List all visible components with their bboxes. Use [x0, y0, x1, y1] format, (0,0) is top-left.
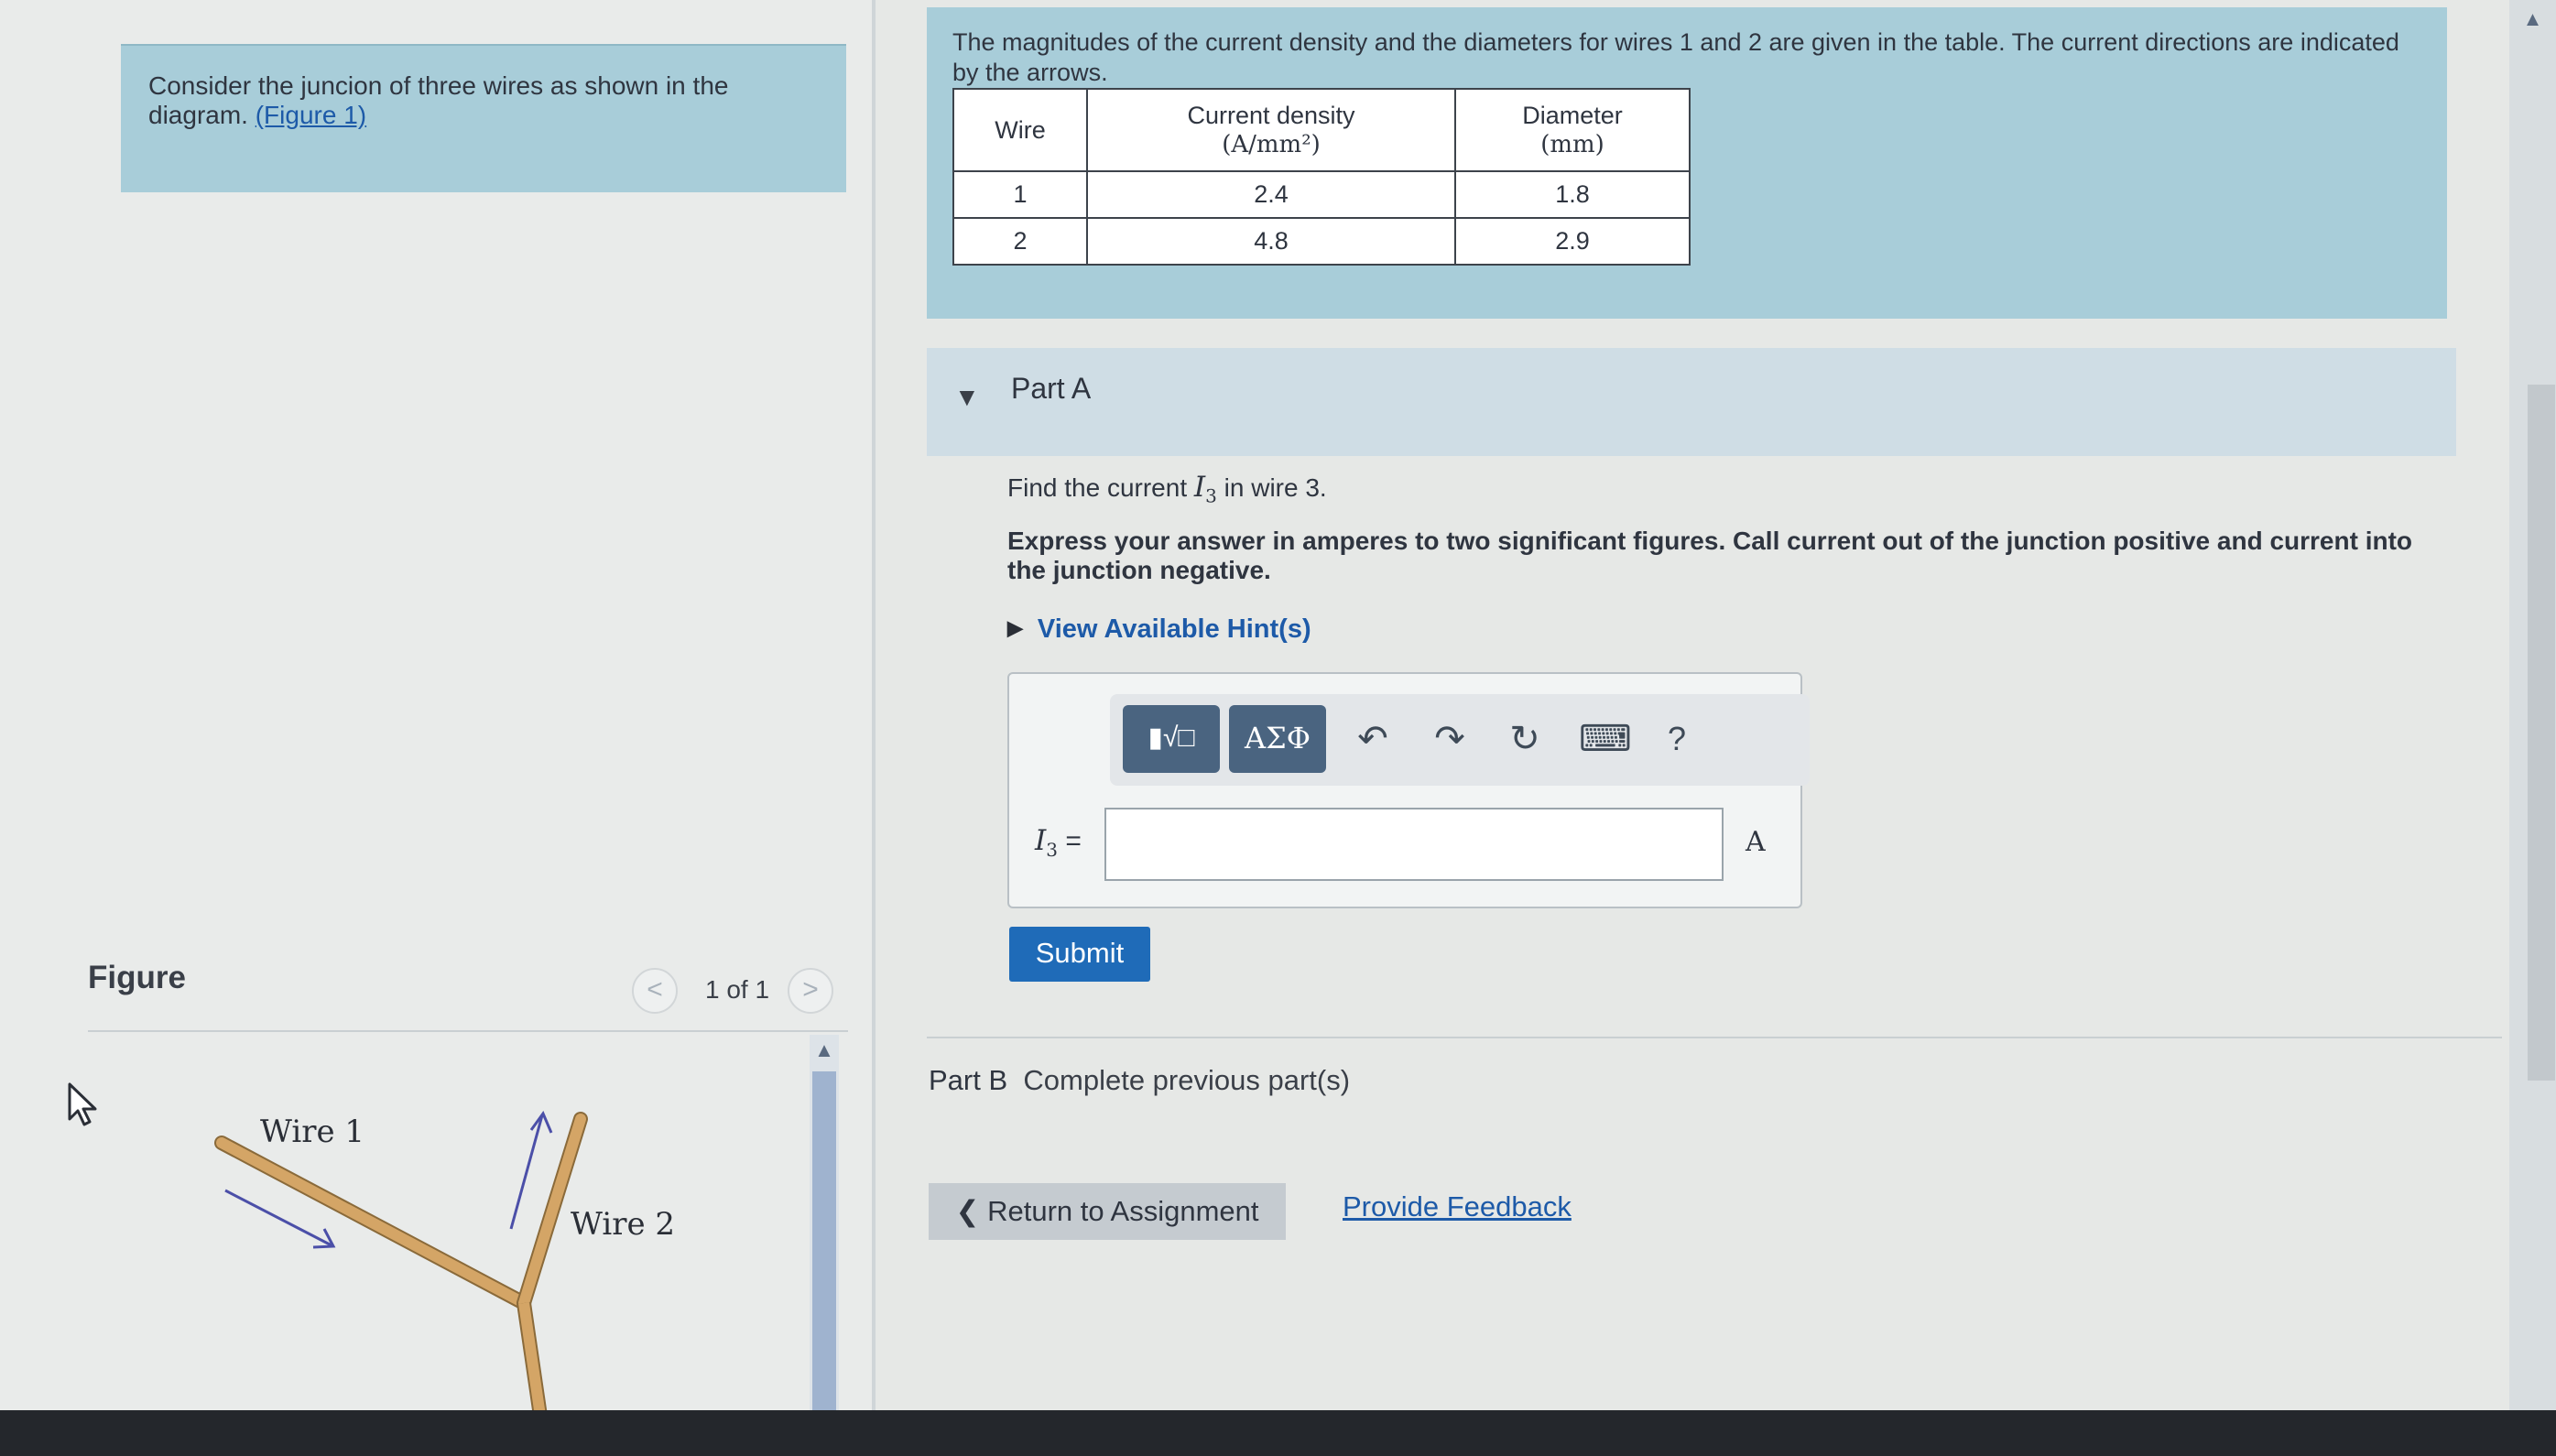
answer-equals: =: [1065, 826, 1082, 856]
math-toolbar: ▮√□ ΑΣΦ ↶ ↷ ↻ ⌨ ?: [1110, 694, 1810, 786]
left-pane: Consider the juncion of three wires as s…: [0, 0, 875, 1410]
data-table: Wire Current density (A/mm²) Diameter (m…: [952, 88, 1691, 266]
redo-icon[interactable]: ↷: [1427, 716, 1473, 762]
figure-link[interactable]: (Figure 1): [256, 101, 366, 129]
chevron-right-icon: >: [802, 974, 819, 1005]
question-prefix: Find the current: [1007, 473, 1188, 502]
problem-box: The magnitudes of the current density an…: [927, 7, 2447, 319]
header-current-density: Current density (A/mm²): [1086, 88, 1456, 172]
wire1-label: Wire 1: [260, 1114, 364, 1150]
wire2-label: Wire 2: [571, 1206, 675, 1243]
screen-bottom-bezel: [0, 1410, 2556, 1456]
intro-text: Consider the juncion of three wires as s…: [148, 71, 817, 130]
templates-button[interactable]: ▮√□: [1123, 705, 1220, 773]
table-row: 1 2.4 1.8: [952, 170, 1691, 219]
cell-wire: 2: [952, 217, 1088, 266]
chevron-left-icon: ❮: [955, 1195, 980, 1227]
part-a-header[interactable]: ▼ Part A: [927, 348, 2456, 456]
answer-subscript: 3: [1046, 839, 1058, 861]
answer-instructions: Express your answer in amperes to two si…: [1007, 527, 2413, 584]
undo-icon[interactable]: ↶: [1350, 716, 1396, 762]
answer-variable: I: [1035, 824, 1047, 857]
section-divider: [927, 1037, 2502, 1038]
prev-figure-button[interactable]: <: [632, 968, 678, 1014]
figure-heading: Figure: [88, 960, 186, 995]
wire-3: [517, 1301, 548, 1410]
page-scrollbar-thumb[interactable]: [2528, 385, 2555, 1081]
provide-feedback-link[interactable]: Provide Feedback: [1343, 1190, 1572, 1223]
view-hints-link[interactable]: View Available Hint(s): [1038, 614, 1311, 644]
header-current-density-unit: (A/mm²): [1222, 131, 1321, 158]
return-label: Return to Assignment: [987, 1195, 1259, 1227]
cell-diameter: 1.8: [1454, 170, 1691, 219]
header-current-density-label: Current density: [1187, 102, 1355, 129]
question-subscript: 3: [1205, 484, 1217, 507]
cell-wire: 1: [952, 170, 1088, 219]
cell-current-density: 4.8: [1086, 217, 1456, 266]
question-variable: I: [1193, 471, 1206, 504]
expand-triangle-icon: ▶: [1007, 616, 1023, 639]
chevron-left-icon: <: [647, 974, 663, 1005]
intro-sentence: Consider the juncion of three wires as s…: [148, 71, 729, 129]
submit-button[interactable]: Submit: [1009, 927, 1150, 982]
part-b-status: Complete previous part(s): [1023, 1064, 1351, 1096]
header-diameter: Diameter (mm): [1454, 88, 1691, 172]
pane-divider[interactable]: [872, 0, 876, 1410]
part-b-label: Part B: [929, 1064, 1008, 1096]
intro-box: Consider the juncion of three wires as s…: [121, 44, 846, 192]
header-wire: Wire: [952, 88, 1088, 172]
question-suffix: in wire 3.: [1224, 473, 1327, 502]
header-diameter-unit: (mm): [1540, 131, 1604, 158]
header-diameter-label: Diameter: [1522, 102, 1623, 129]
problem-statement: The magnitudes of the current density an…: [952, 28, 2399, 86]
next-figure-button[interactable]: >: [788, 968, 833, 1014]
figure-scrollbar-thumb[interactable]: [812, 1071, 836, 1410]
mouse-cursor-icon: [66, 1081, 103, 1133]
question-text: Find the current I3 in wire 3.: [1007, 471, 1327, 507]
help-icon[interactable]: ?: [1654, 716, 1700, 762]
answer-variable-label: I3 =: [1035, 824, 1082, 861]
reset-icon[interactable]: ↻: [1502, 716, 1548, 762]
figure-counter: 1 of 1: [705, 975, 770, 1004]
figure-divider: [88, 1030, 848, 1032]
templates-icon: ▮√□: [1147, 723, 1195, 753]
keyboard-icon[interactable]: ⌨: [1579, 716, 1632, 762]
table-row: 2 4.8 2.9: [952, 217, 1691, 266]
greek-symbols-label: ΑΣΦ: [1245, 721, 1311, 755]
answer-box: ▮√□ ΑΣΦ ↶ ↷ ↻ ⌨ ? I3 = A: [1007, 672, 1810, 908]
table-header-row: Wire Current density (A/mm²) Diameter (m…: [952, 88, 1691, 172]
part-b-row: Part B Complete previous part(s): [929, 1064, 1350, 1097]
greek-symbols-button[interactable]: ΑΣΦ: [1229, 705, 1326, 773]
collapse-triangle-icon[interactable]: ▼: [954, 383, 980, 412]
view-hints-toggle[interactable]: ▶ View Available Hint(s): [1007, 614, 1311, 645]
answer-input[interactable]: [1104, 808, 1724, 881]
scroll-up-arrow-icon[interactable]: ▲: [2509, 7, 2556, 44]
scroll-up-arrow-icon[interactable]: ▲: [810, 1038, 839, 1066]
wire-1: [214, 1135, 531, 1310]
part-a-title: Part A: [1011, 372, 1092, 405]
return-to-assignment-button[interactable]: ❮ Return to Assignment: [929, 1183, 1286, 1240]
answer-unit: A: [1746, 826, 1766, 858]
wire-junction-diagram: Wire 1 Wire 2: [214, 1110, 675, 1410]
cell-diameter: 2.9: [1454, 217, 1691, 266]
cell-current-density: 2.4: [1086, 170, 1456, 219]
